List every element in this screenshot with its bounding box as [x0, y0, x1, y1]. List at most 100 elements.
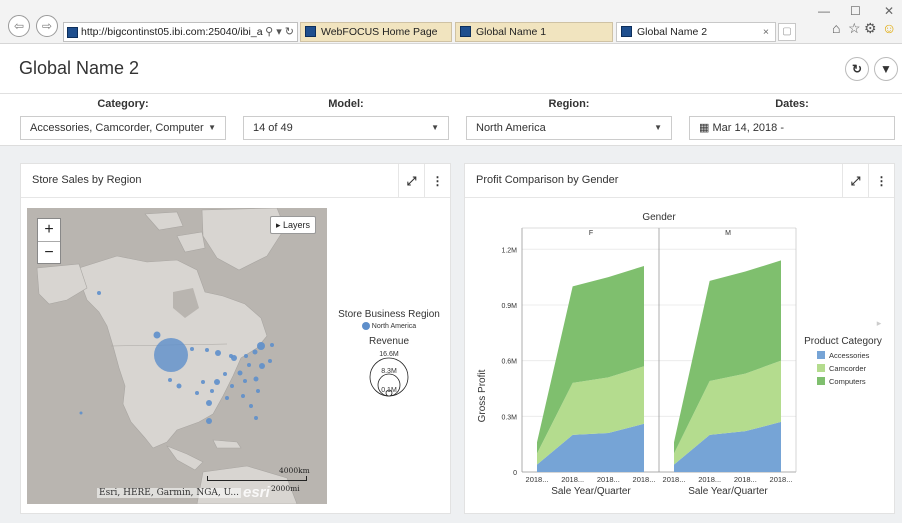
legend-swatch	[817, 351, 825, 359]
panel-title: Store Sales by Region	[32, 174, 142, 186]
legend-item-north-america[interactable]: North America	[329, 322, 449, 330]
panel-title: Profit Comparison by Gender	[476, 174, 619, 186]
tab-webfocus-home[interactable]: WebFOCUS Home Page	[300, 22, 452, 42]
region-select[interactable]: North America ▼	[466, 116, 672, 140]
size-label-mid: 8.3M	[381, 368, 397, 375]
expand-icon[interactable]: ⤢	[398, 164, 424, 198]
scale-km: 4000km	[279, 466, 310, 475]
map-geography	[36, 208, 298, 504]
site-favicon-icon	[67, 27, 78, 38]
chevron-down-icon: ▼	[654, 123, 662, 132]
forward-button[interactable]: ⇨	[36, 15, 58, 37]
scale-mi: 2000mi	[271, 484, 300, 493]
chevron-down-icon: ▼	[208, 123, 216, 132]
x-tick-label: 2018...	[770, 475, 793, 484]
x-tick-label: 2018...	[561, 475, 584, 484]
x-tick-label: 2018...	[526, 475, 549, 484]
y-tick-label: 1.2M	[501, 247, 517, 254]
y-tick-label: 0.9M	[501, 303, 517, 310]
legend-label: Accessories	[829, 351, 870, 360]
address-bar[interactable]: http://bigcontinst05.ibi.com:25040/ibi_a…	[63, 22, 298, 42]
category-value: Accessories, Camcorder, Computer	[30, 122, 204, 134]
page-title: Global Name 2	[19, 58, 140, 78]
legend-label: Computers	[829, 377, 866, 386]
category-label: Category:	[97, 98, 149, 110]
size-legend-title: Revenue	[368, 336, 410, 347]
category-select[interactable]: Accessories, Camcorder, Computer ▼	[20, 116, 226, 140]
size-legend: 16.6M 8.3M 0.1M	[369, 351, 409, 397]
model-value: 14 of 49	[253, 122, 293, 134]
x-tick-label: 2018...	[633, 475, 656, 484]
dates-label: Dates:	[775, 98, 809, 110]
x-axis-title-f: Sale Year/Quarter	[551, 486, 631, 497]
x-tick-label: 2018...	[734, 475, 757, 484]
x-tick-label: 2018...	[663, 475, 686, 484]
legend-swatch	[817, 377, 825, 385]
size-label-max: 16.6M	[379, 351, 399, 358]
legend-title: Store Business Region	[338, 309, 440, 320]
chart-title: Gender	[642, 212, 676, 223]
app-header: Global Name 2 ↻ ▼	[0, 44, 902, 94]
store-sales-panel: Store Sales by Region ⤢ ⋮ + − ▸ Layers 4…	[20, 163, 451, 514]
new-tab-button[interactable]: ▢	[778, 23, 796, 41]
legend-title: Product Category	[804, 336, 882, 347]
more-menu-icon[interactable]: ⋮	[868, 164, 894, 198]
x-axis-title-m: Sale Year/Quarter	[688, 486, 768, 497]
more-menu-icon[interactable]: ⋮	[424, 164, 450, 198]
address-search-refresh-icons[interactable]: ⚲ ▾ ↻	[263, 23, 294, 41]
region-value: North America	[476, 122, 546, 134]
panel-label-f: F	[589, 230, 593, 237]
legend-swatch	[817, 364, 825, 372]
minimize-button[interactable]: —	[818, 4, 830, 18]
map-attribution[interactable]: Esri, HERE, Garmin, NGA, U...	[97, 488, 241, 498]
scale-bar	[207, 476, 307, 481]
tab-global-name-1[interactable]: Global Name 1	[455, 22, 613, 42]
smiley-feedback-icon[interactable]: ☺	[882, 20, 896, 36]
panel-header: Profit Comparison by Gender ⤢ ⋮	[465, 164, 894, 198]
x-tick-label: 2018...	[698, 475, 721, 484]
zoom-in-button[interactable]: +	[38, 219, 60, 241]
profit-area-chart: Gender F M Gross Profit Sale Year/Quarte…	[477, 212, 882, 497]
dates-input[interactable]: ▦ Mar 14, 2018 -	[689, 116, 895, 140]
panel-label-m: M	[725, 230, 731, 237]
tab-favicon-icon	[621, 26, 632, 37]
chevron-down-icon: ▼	[431, 123, 439, 132]
legend-scroll-arrow-icon: ▸	[877, 318, 882, 328]
maximize-button[interactable]: ☐	[850, 4, 861, 18]
plot-layer: 0 0.3M 0.6M 0.9M 1.2M 2018... 2018... 2018... 20…	[501, 227, 797, 484]
legend-dot-icon	[361, 322, 370, 330]
tab-global-name-2[interactable]: Global Name 2 ×	[616, 22, 776, 42]
chart-legend: Accessories Camcorder Computers	[817, 351, 870, 386]
zoom-out-button[interactable]: −	[38, 241, 60, 263]
browser-toolbar: ⇦ ⇨ http://bigcontinst05.ibi.com:25040/i…	[0, 0, 902, 44]
map-legend: Store Business Region North America Reve…	[329, 309, 449, 404]
layers-button[interactable]: ▸ Layers	[270, 216, 317, 234]
home-icon[interactable]: ⌂	[832, 20, 840, 36]
panel-header: Store Sales by Region ⤢ ⋮	[21, 164, 450, 198]
refresh-button[interactable]: ↻	[845, 57, 869, 81]
filter-bar: Category: Accessories, Camcorder, Comput…	[0, 94, 902, 146]
x-tick-label: 2018...	[597, 475, 620, 484]
back-button[interactable]: ⇦	[8, 15, 30, 37]
esri-logo: esri	[243, 484, 270, 501]
model-select[interactable]: 14 of 49 ▼	[243, 116, 449, 140]
zoom-control: + −	[37, 218, 61, 264]
filter-toggle-button[interactable]: ▼	[874, 57, 898, 81]
tab-label: WebFOCUS Home Page	[321, 26, 438, 38]
map-canvas[interactable]: + − ▸ Layers 4000km 2000mi Esri, HERE, G…	[27, 208, 327, 504]
expand-icon[interactable]: ⤢	[842, 164, 868, 198]
tab-close-icon[interactable]: ×	[763, 23, 769, 41]
tab-label: Global Name 1	[476, 26, 547, 38]
tab-favicon-icon	[460, 26, 471, 37]
tab-favicon-icon	[305, 26, 316, 37]
dates-value: Mar 14, 2018 -	[712, 122, 785, 134]
settings-gear-icon[interactable]: ⚙	[864, 20, 877, 37]
y-tick-label: 0.6M	[501, 359, 517, 366]
y-tick-label: 0.3M	[501, 414, 517, 421]
tab-label: Global Name 2	[637, 26, 708, 38]
region-label: Region:	[548, 98, 590, 110]
legend-label: Camcorder	[829, 364, 867, 373]
favorites-star-icon[interactable]: ☆	[848, 20, 861, 37]
size-label-min: 0.1M	[381, 387, 397, 394]
close-window-button[interactable]: ✕	[884, 4, 894, 18]
